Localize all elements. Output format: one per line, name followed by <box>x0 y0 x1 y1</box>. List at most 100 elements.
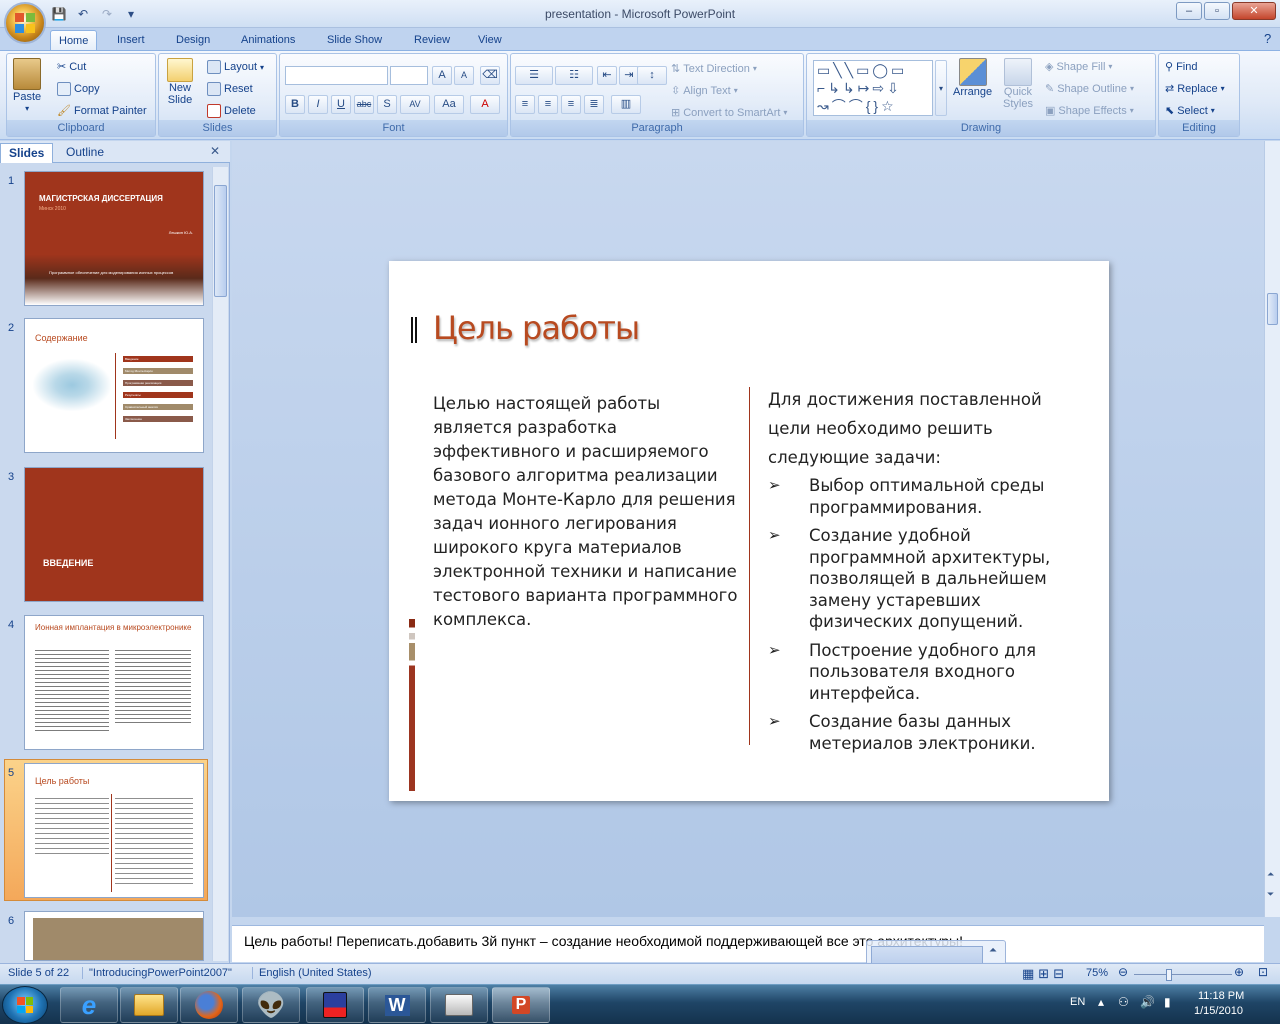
disk-taskbar-icon[interactable] <box>306 987 364 1023</box>
align-text-button[interactable]: ⇳ Align Text ▾ <box>671 84 738 98</box>
app-taskbar-icon[interactable]: 👽 <box>242 987 300 1023</box>
thumbnail-scrollbar[interactable] <box>212 167 228 961</box>
thumbnail-scroll-thumb[interactable] <box>214 185 227 297</box>
slide-right-intro[interactable]: Для достижения поставленной цели необход… <box>768 385 1068 472</box>
start-button[interactable] <box>2 986 48 1024</box>
print-taskbar-icon[interactable] <box>430 987 488 1023</box>
columns-icon[interactable]: ▥ <box>611 95 641 114</box>
bold-button[interactable]: B <box>285 95 305 114</box>
zoom-out-icon[interactable]: ⊖ <box>1118 965 1128 979</box>
shapes-more-icon[interactable]: ▾ <box>935 60 947 116</box>
battery-icon[interactable]: ▮ <box>1164 995 1171 1009</box>
prev-slide-icon[interactable]: ⏶ <box>1267 869 1274 880</box>
shapes-gallery[interactable]: ▭╲╲▭◯▭ ⌐↳↳↦⇨⇩ ↝⌒⌒{}☆ <box>813 60 933 116</box>
line-spacing-icon[interactable]: ↕ <box>637 66 667 85</box>
zoom-slider[interactable] <box>1134 974 1232 975</box>
slide-title[interactable]: Цель работы <box>433 309 640 347</box>
replace-button[interactable]: ⇄ Replace ▾ <box>1165 82 1225 96</box>
tab-home[interactable]: Home <box>50 30 98 50</box>
normal-view-icon[interactable]: ▦ <box>1022 966 1038 981</box>
convert-smartart-button[interactable]: ⊞ Convert to SmartArt ▾ <box>671 106 787 120</box>
office-button[interactable] <box>4 2 46 44</box>
grow-font-icon[interactable]: A <box>432 66 452 85</box>
powerpoint-taskbar-icon[interactable]: P <box>492 987 550 1023</box>
tab-insert[interactable]: Insert <box>109 30 153 50</box>
shape-outline-button[interactable]: ✎ Shape Outline ▾ <box>1045 82 1134 96</box>
tab-view[interactable]: View <box>470 30 510 50</box>
input-language[interactable]: EN <box>1070 996 1085 1008</box>
font-color-button[interactable]: A <box>470 95 500 114</box>
slide-thumbnail-1[interactable]: МАГИСТРСКАЯ ДИССЕРТАЦИЯ Минск 2010 Лешки… <box>24 171 204 306</box>
underline-button[interactable]: U <box>331 95 351 114</box>
zoom-in-icon[interactable]: ⊕ <box>1234 965 1244 979</box>
slide-thumbnail-4[interactable]: Ионная имплантация в микроэлектронике <box>24 615 204 750</box>
slide-thumbnail-5[interactable]: Цель работы <box>24 763 204 898</box>
shrink-font-icon[interactable]: A <box>454 66 474 85</box>
editor-scroll-thumb[interactable] <box>1267 293 1278 325</box>
align-center-icon[interactable]: ≡ <box>538 95 558 114</box>
tab-slide-show[interactable]: Slide Show <box>319 30 390 50</box>
tab-slides[interactable]: Slides <box>0 143 54 163</box>
zoom-level[interactable]: 75% <box>1086 967 1108 979</box>
customize-qat-icon[interactable]: ▾ <box>122 5 140 23</box>
ie-taskbar-icon[interactable]: e <box>60 987 118 1023</box>
arrange-button[interactable]: Arrange <box>953 58 992 98</box>
word-taskbar-icon[interactable]: W <box>368 987 426 1023</box>
help-icon[interactable]: ? <box>1256 29 1279 49</box>
tab-review[interactable]: Review <box>406 30 458 50</box>
slide-thumbnail-6[interactable] <box>24 911 204 961</box>
minimize-button[interactable]: – <box>1176 2 1202 20</box>
firefox-taskbar-icon[interactable] <box>180 987 238 1023</box>
floating-up-icon[interactable]: ⏶ <box>989 945 997 956</box>
strikethrough-button[interactable]: abc <box>354 95 374 114</box>
network-icon[interactable]: ⚇ <box>1118 995 1129 1009</box>
restore-button[interactable]: ▫ <box>1204 2 1230 20</box>
layout-button[interactable]: Layout ▾ <box>207 60 264 74</box>
slide-sorter-icon[interactable]: ⊞ <box>1038 966 1053 981</box>
theme-name[interactable]: "IntroducingPowerPoint2007" <box>82 967 232 979</box>
tab-design[interactable]: Design <box>168 30 218 50</box>
character-spacing-button[interactable]: AV <box>400 95 430 114</box>
font-size-combo[interactable] <box>390 66 428 85</box>
shape-fill-button[interactable]: ◈ Shape Fill ▾ <box>1045 60 1112 74</box>
align-right-icon[interactable]: ≡ <box>561 95 581 114</box>
tab-animations[interactable]: Animations <box>233 30 303 50</box>
slideshow-icon[interactable]: ⊟ <box>1053 966 1068 981</box>
clear-formatting-icon[interactable]: ⌫ <box>480 66 500 85</box>
language-indicator[interactable]: English (United States) <box>252 967 372 979</box>
quick-styles-button[interactable]: Quick Styles <box>1003 58 1033 110</box>
clock-date[interactable]: 1/15/2010 <box>1194 1005 1243 1017</box>
slide-left-text[interactable]: Целью настоящей работы является разработ… <box>433 392 743 632</box>
text-direction-button[interactable]: ⇅ Text Direction ▾ <box>671 62 757 76</box>
editor-scrollbar[interactable]: ⏶ ⏷ <box>1264 141 1280 917</box>
reset-button[interactable]: Reset <box>207 82 253 96</box>
font-name-combo[interactable] <box>285 66 388 85</box>
align-left-icon[interactable]: ≡ <box>515 95 535 114</box>
close-button[interactable]: ✕ <box>1232 2 1276 20</box>
slide-thumbnail-2[interactable]: Содержание Введение Метод Монте-Карло Пр… <box>24 318 204 453</box>
increase-indent-icon[interactable]: ⇥ <box>619 66 639 85</box>
numbering-icon[interactable]: ☷ <box>555 66 593 85</box>
shadow-button[interactable]: S <box>377 95 397 114</box>
redo-icon[interactable]: ↷ <box>98 5 116 23</box>
copy-button[interactable]: Copy <box>57 82 100 96</box>
tray-flag-icon[interactable]: ▴ <box>1098 995 1104 1009</box>
change-case-button[interactable]: Aa <box>434 95 464 114</box>
justify-icon[interactable]: ≣ <box>584 95 604 114</box>
zoom-slider-knob[interactable] <box>1166 969 1172 981</box>
next-slide-icon[interactable]: ⏷ <box>1267 889 1274 900</box>
tab-outline[interactable]: Outline <box>58 143 112 163</box>
notes-pane[interactable]: Цель работы! Переписать.добавить 3й пунк… <box>232 925 1264 962</box>
format-painter-button[interactable]: 🖌 Format Painter <box>57 104 147 118</box>
cut-button[interactable]: ✂ Cut <box>57 60 86 74</box>
slide-thumbnail-3[interactable]: ВВЕДЕНИЕ <box>24 467 204 602</box>
explorer-taskbar-icon[interactable] <box>120 987 178 1023</box>
find-button[interactable]: ⚲ Find <box>1165 60 1197 74</box>
new-slide-button[interactable]: New Slide <box>167 58 193 106</box>
italic-button[interactable]: I <box>308 95 328 114</box>
volume-icon[interactable]: 🔊 <box>1140 995 1155 1009</box>
fit-to-window-icon[interactable]: ⊡ <box>1258 965 1268 979</box>
bullets-icon[interactable]: ☰ <box>515 66 553 85</box>
slide-bullet-list[interactable]: ➢ Выбор оптимальной среды программировани… <box>768 475 1068 761</box>
slide-canvas[interactable]: Цель работы Целью настоящей работы являе… <box>389 261 1109 801</box>
